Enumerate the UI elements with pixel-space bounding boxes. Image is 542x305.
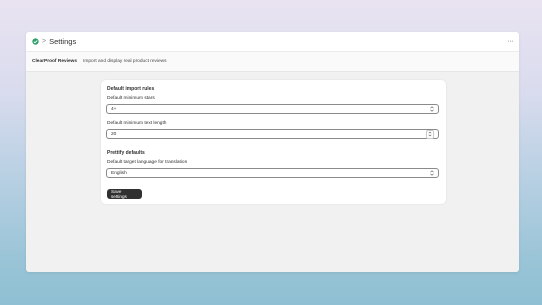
min-stars-select[interactable]: 4+ — [106, 104, 439, 114]
nav-app-name[interactable]: ClearProof Reviews — [32, 59, 77, 64]
app-logo-icon[interactable] — [32, 38, 39, 45]
save-settings-button[interactable]: Save settings — [107, 189, 142, 199]
section-import-rules-title: Default import rules — [107, 86, 155, 92]
page-title: Settings — [49, 37, 77, 46]
min-text-length-value: 20 — [111, 131, 117, 137]
min-stars-label: Default minimum stars — [107, 96, 155, 101]
select-chevron-icon — [430, 170, 434, 176]
breadcrumb-separator: > — [42, 38, 47, 45]
min-text-length-input[interactable]: 20 — [106, 129, 439, 139]
language-value: English — [111, 170, 127, 176]
more-actions-icon[interactable]: ··· — [508, 38, 514, 45]
language-select[interactable]: English — [106, 168, 439, 178]
app-window: > Settings ··· ClearProof Reviews Import… — [26, 32, 519, 272]
settings-card: Default import rules Default minimum sta… — [101, 80, 446, 204]
language-label: Default target language for translation — [107, 160, 188, 165]
number-stepper-icon[interactable] — [426, 129, 434, 139]
section-prettify-title: Prettify defaults — [107, 150, 145, 156]
nav-description: Import and display real product reviews — [83, 59, 167, 64]
min-text-length-label: Default minimum text length — [107, 121, 167, 126]
app-nav-bar: ClearProof Reviews Import and display re… — [26, 51, 519, 72]
min-stars-value: 4+ — [111, 106, 117, 112]
titlebar: > Settings ··· — [26, 32, 519, 51]
select-chevron-icon — [430, 106, 434, 112]
